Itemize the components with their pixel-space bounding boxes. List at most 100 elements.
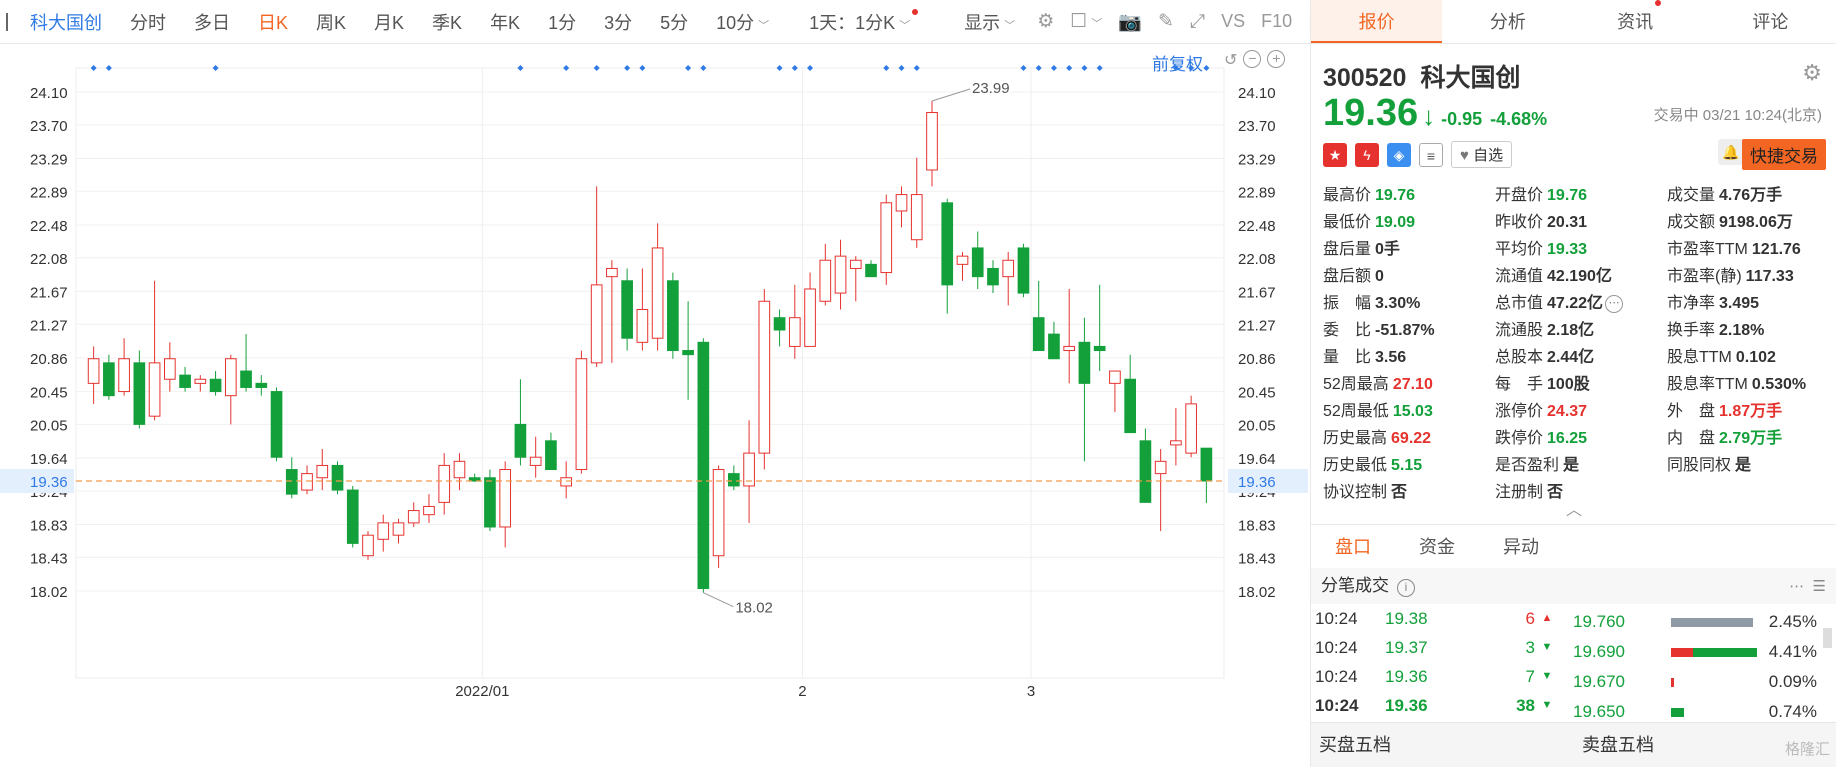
quick-trade-button[interactable]: 快捷交易 [1742, 139, 1826, 170]
tab-capital[interactable]: 资金 [1395, 525, 1479, 568]
reset-icon[interactable]: ↺ [1224, 50, 1237, 70]
stat-label: 委 比 [1323, 322, 1372, 339]
stat-label: 同股同权 [1667, 457, 1732, 474]
period-yearly-k[interactable]: 年K [476, 9, 534, 35]
tab-news[interactable]: 资讯 [1574, 0, 1705, 43]
camera-icon[interactable]: 📷 [1110, 10, 1150, 34]
chevron-down-icon: ﹀ [899, 19, 911, 32]
period-quarterly-k[interactable]: 季K [418, 9, 476, 35]
buy-five-label[interactable]: 买盘五档 [1311, 723, 1574, 767]
add-watchlist-button[interactable]: ♥ 自选 [1451, 141, 1513, 168]
stat-label: 注册制 [1495, 484, 1544, 501]
candle-body [103, 362, 115, 397]
tick-volume: 38 [1516, 696, 1535, 715]
stat-label: 52周最低 [1323, 403, 1389, 420]
candle-body [224, 358, 237, 397]
period-intraday[interactable]: 分时 [116, 9, 180, 35]
stat-item: 最低价 19.09 [1323, 211, 1495, 235]
gear-icon[interactable]: ⚙ [1802, 60, 1822, 86]
candle-body [621, 280, 633, 339]
tab-movements[interactable]: 异动 [1479, 525, 1563, 568]
gear-icon[interactable]: ⚙ [1029, 10, 1062, 33]
display-select[interactable]: 显示 ﹀ [950, 9, 1029, 35]
f10-icon[interactable]: F10 [1253, 11, 1300, 32]
stat-label: 最高价 [1323, 187, 1372, 204]
stat-label: 最低价 [1323, 214, 1372, 231]
heart-icon: ♥ [1460, 147, 1469, 164]
y-tick-label-right: 18.02 [1238, 584, 1276, 601]
event-marker-icon [517, 65, 524, 71]
candle-body [651, 247, 664, 339]
stat-value: 27.10 [1392, 376, 1433, 393]
multi-day-label: 1天：1分K [809, 12, 896, 33]
fuquan-select[interactable]: 前复权 [1152, 50, 1203, 75]
chevron-down-icon: ﹀ [1004, 19, 1016, 32]
period-1min[interactable]: 1分 [534, 9, 590, 35]
fullscreen-icon[interactable]: ⤢ [1182, 11, 1213, 33]
zoom-in-icon[interactable]: + [1267, 50, 1286, 68]
zoom-out-icon[interactable]: − [1243, 50, 1262, 68]
candle-body [453, 460, 466, 479]
candle-body [1002, 259, 1015, 278]
period-monthly-k[interactable]: 月K [360, 9, 418, 35]
stat-label: 外 盘 [1667, 403, 1716, 420]
period-3min[interactable]: 3分 [590, 9, 646, 35]
price-change-pct: -4.68% [1490, 109, 1548, 129]
period-weekly-k[interactable]: 周K [302, 9, 360, 35]
candle-body [926, 112, 938, 171]
tag-icon[interactable]: ◈ [1387, 142, 1411, 167]
distribution-row: 19.670 0.09% [1569, 667, 1819, 697]
event-marker-icon [1203, 65, 1210, 71]
chart-toolbar: 科大国创 分时 多日 日K 周K 月K 季K 年K 1分 3分 5分 10分 ﹀ … [0, 0, 1326, 44]
kline-chart[interactable]: 24.10 24.10 23.70 23.70 23.29 23.29 22.89 22.89… [0, 44, 1310, 767]
tab-analysis[interactable]: 分析 [1442, 0, 1573, 43]
stat-value: 2.18% [1719, 322, 1765, 339]
candle-body [529, 456, 542, 466]
stat-item: 历史最低 5.15 [1323, 454, 1495, 478]
notes-icon[interactable]: ≡ [1419, 142, 1443, 167]
lightning-icon[interactable]: ϟ [1355, 142, 1379, 167]
candle-body [987, 267, 999, 286]
event-marker-icon [1020, 65, 1027, 71]
tab-quote[interactable]: 报价 [1311, 0, 1443, 43]
stat-item: 内 盘 2.79万手 [1667, 427, 1833, 451]
tab-orderbook[interactable]: 盘口 [1311, 525, 1395, 568]
scrollbar[interactable] [1823, 628, 1832, 648]
distribution-pct: 0.09% [1768, 672, 1817, 691]
chart-controls: ↺ − + [1224, 50, 1286, 70]
stat-value: 19.76 [1547, 187, 1588, 204]
period-5min[interactable]: 5分 [646, 9, 702, 35]
candle-body [880, 202, 893, 274]
period-multiday[interactable]: 多日 [180, 9, 244, 35]
more-icon[interactable]: ⋯ [1789, 578, 1804, 595]
bell-icon[interactable]: 🔔 [1718, 139, 1744, 165]
distribution-price: 19.670 [1573, 672, 1625, 691]
period-10min[interactable]: 10分 ﹀ [702, 9, 783, 35]
stat-value: 否 [1547, 484, 1564, 501]
candle-body [438, 464, 451, 503]
multi-day-select[interactable]: 1天：1分K ﹀ [795, 8, 932, 35]
menu-icon[interactable]: ☰ [1813, 578, 1826, 595]
sidebar-toggle-icon[interactable] [6, 12, 8, 31]
distribution-bar [1671, 677, 1757, 687]
candle-body [758, 300, 771, 454]
candle-body [773, 317, 786, 331]
more-icon[interactable]: ⋯ [1605, 294, 1624, 313]
event-marker-icon [105, 65, 112, 71]
pencil-icon[interactable]: ✎ [1150, 10, 1182, 33]
stock-name-tab[interactable]: 科大国创 [22, 9, 116, 35]
collapse-icon[interactable]: ︿ [1566, 496, 1582, 520]
layout-select-icon[interactable]: ☐ ﹀ [1062, 10, 1110, 33]
info-icon[interactable]: i [1397, 579, 1415, 597]
event-marker-icon [212, 65, 219, 71]
period-daily-k[interactable]: 日K [244, 9, 302, 35]
candle-body [499, 469, 512, 528]
stat-item: 股息TTM 0.102 [1667, 346, 1833, 370]
y-tick-label-left: 23.29 [30, 151, 68, 168]
triangle-down-icon: ▼ [1541, 670, 1553, 682]
tick-price: 19.36 [1385, 696, 1428, 715]
vs-icon[interactable]: VS [1213, 11, 1253, 32]
tab-comments[interactable]: 评论 [1705, 0, 1836, 43]
stat-label: 成交额 [1667, 214, 1716, 231]
stat-label: 股息率TTM [1667, 376, 1748, 393]
